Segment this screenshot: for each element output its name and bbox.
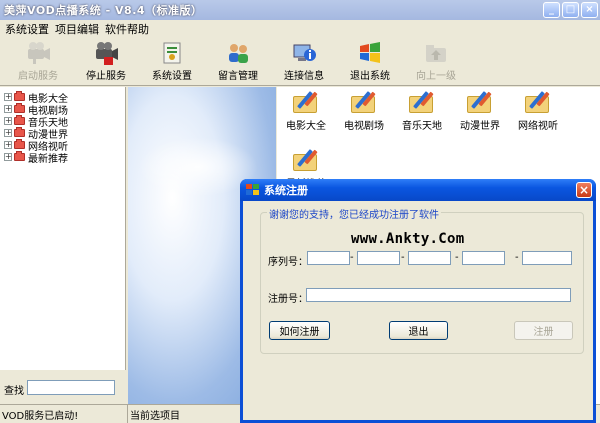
grid-item-online[interactable]: 网络视听	[509, 89, 567, 132]
registration-dialog: 系统注册 × 谢谢您的支持，您已经成功注册了软件 www.Ankty.Com 序…	[240, 179, 596, 423]
grid-item-label: 电影大全	[286, 121, 326, 132]
folder-icon	[467, 91, 493, 113]
how-to-register-button[interactable]: 如何注册	[269, 321, 330, 340]
serial-field-2[interactable]	[357, 251, 400, 265]
folder-icon	[14, 127, 25, 137]
menu-system-settings[interactable]: 系统设置	[2, 21, 52, 37]
folder-icon	[525, 91, 551, 113]
windows-logo-icon	[357, 40, 383, 66]
toolbar-label: 连接信息	[284, 71, 324, 82]
grid-item-tv[interactable]: 电视剧场	[335, 89, 393, 132]
grid-item-label: 网络视听	[518, 121, 558, 132]
toolbar-label: 向上一级	[416, 71, 456, 82]
serial-dash: -	[401, 252, 405, 263]
dialog-title: 系统注册	[264, 184, 308, 197]
watermark-text: www.Ankty.Com	[351, 231, 465, 247]
settings-icon	[159, 40, 185, 66]
register-button[interactable]: 注册	[514, 321, 573, 340]
regcode-field[interactable]	[306, 288, 571, 302]
serial-field-3[interactable]	[408, 251, 451, 265]
folder-icon	[293, 149, 319, 171]
folder-icon	[14, 115, 25, 125]
folder-icon	[351, 91, 377, 113]
expand-icon[interactable]: +	[4, 93, 12, 101]
service-status: VOD服务已启动!	[0, 405, 128, 423]
grid-item-anime[interactable]: 动漫世界	[451, 89, 509, 132]
connection-info-icon	[291, 40, 317, 66]
stop-service-button[interactable]: 停止服务	[74, 40, 138, 84]
toolbar-label: 停止服务	[86, 71, 126, 82]
search-input[interactable]	[27, 380, 115, 395]
folder-icon	[14, 151, 25, 161]
window-controls: _ □ ×	[543, 2, 598, 18]
folder-icon	[14, 91, 25, 101]
current-item-status: 当前选项目	[130, 410, 180, 422]
grid-item-music[interactable]: 音乐天地	[393, 89, 451, 132]
dialog-title-bar: 系统注册 ×	[240, 179, 596, 201]
projector-icon	[25, 40, 51, 66]
folder-icon	[14, 139, 25, 149]
title-bar: 美萍VOD点播系统 - V8.4（标准版） _ □ ×	[0, 0, 600, 20]
tree-item-latest[interactable]: + 最新推荐	[0, 151, 125, 165]
expand-icon[interactable]: +	[4, 153, 12, 161]
serial-dash: -	[350, 252, 354, 263]
serial-dash: -	[455, 252, 459, 263]
expand-icon[interactable]: +	[4, 117, 12, 125]
up-level-button[interactable]: 向上一级	[404, 40, 468, 84]
folder-icon	[293, 91, 319, 113]
expand-icon[interactable]: +	[4, 105, 12, 113]
minimize-button[interactable]: _	[543, 2, 560, 18]
folder-icon	[409, 91, 435, 113]
dialog-close-button[interactable]: ×	[576, 182, 592, 198]
toolbar-label: 启动服务	[18, 71, 58, 82]
exit-system-button[interactable]: 退出系统	[338, 40, 402, 84]
toolbar: 启动服务 停止服务 系统设置 留言管理 连接信息 退出系统 向上一级	[0, 37, 600, 86]
toolbar-label: 留言管理	[218, 71, 258, 82]
category-tree: + 电影大全 + 电视剧场 + 音乐天地 + 动漫世界 + 网络视听 + 最新推荐	[0, 87, 126, 370]
message-management-button[interactable]: 留言管理	[206, 40, 270, 84]
menu-project-edit[interactable]: 项目编辑	[52, 21, 102, 37]
menubar: 系统设置 项目编辑 软件帮助	[0, 20, 600, 37]
toolbar-label: 系统设置	[152, 71, 192, 82]
expand-icon[interactable]: +	[4, 141, 12, 149]
grid-item-label: 动漫世界	[460, 121, 500, 132]
serial-dash: -	[515, 252, 519, 263]
serial-field-5[interactable]	[522, 251, 572, 265]
folder-up-icon	[423, 40, 449, 66]
tree-item-label: 最新推荐	[28, 153, 68, 165]
toolbar-label: 退出系统	[350, 71, 390, 82]
regcode-label: 注册号：	[268, 294, 308, 305]
start-service-button[interactable]: 启动服务	[6, 40, 70, 84]
window-title: 美萍VOD点播系统 - V8.4（标准版）	[4, 4, 203, 17]
grid-item-label: 音乐天地	[402, 121, 442, 132]
system-settings-button[interactable]: 系统设置	[140, 40, 204, 84]
users-icon	[225, 40, 251, 66]
serial-field-1[interactable]	[307, 251, 350, 265]
exit-button[interactable]: 退出	[389, 321, 448, 340]
menu-help[interactable]: 软件帮助	[102, 21, 152, 37]
close-button[interactable]: ×	[581, 2, 598, 18]
grid-item-label: 电视剧场	[344, 121, 384, 132]
maximize-button[interactable]: □	[562, 2, 579, 18]
projector-stop-icon	[93, 40, 119, 66]
folder-icon	[14, 103, 25, 113]
registration-message: 谢谢您的支持，您已经成功注册了软件	[267, 206, 441, 221]
serial-label: 序列号：	[268, 257, 308, 268]
search-area: 查找	[0, 371, 126, 404]
expand-icon[interactable]: +	[4, 129, 12, 137]
connection-info-button[interactable]: 连接信息	[272, 40, 336, 84]
app-icon	[246, 184, 260, 196]
search-label: 查找	[4, 386, 24, 397]
serial-field-4[interactable]	[462, 251, 505, 265]
grid-item-movies[interactable]: 电影大全	[277, 89, 335, 132]
